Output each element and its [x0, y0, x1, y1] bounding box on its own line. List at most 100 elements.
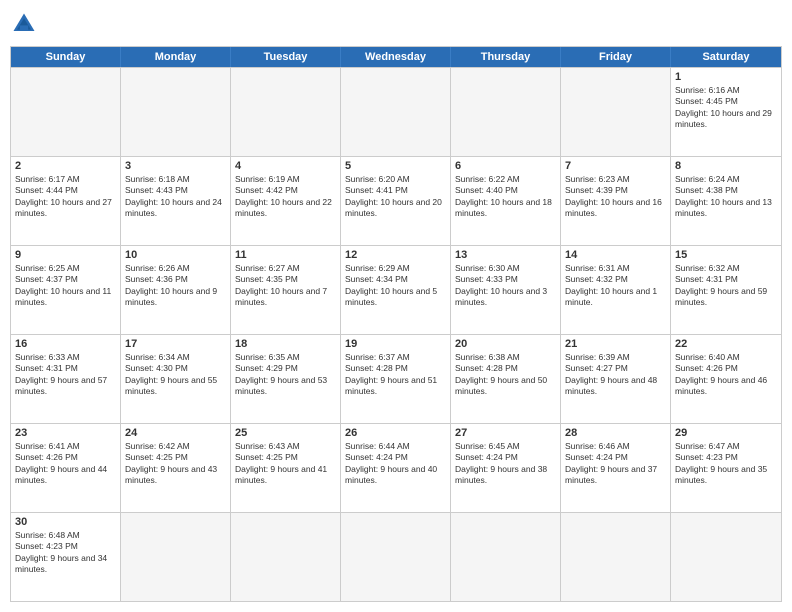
day-info: Sunrise: 6:20 AM Sunset: 4:41 PM Dayligh…: [345, 174, 446, 220]
day-number: 10: [125, 249, 226, 261]
day-number: 23: [15, 427, 116, 439]
calendar-cell: [341, 513, 451, 601]
day-number: 9: [15, 249, 116, 261]
calendar-header-cell: Thursday: [451, 47, 561, 67]
calendar-header-cell: Monday: [121, 47, 231, 67]
day-number: 8: [675, 160, 777, 172]
day-info: Sunrise: 6:30 AM Sunset: 4:33 PM Dayligh…: [455, 263, 556, 309]
calendar-cell: [451, 68, 561, 156]
day-info: Sunrise: 6:27 AM Sunset: 4:35 PM Dayligh…: [235, 263, 336, 309]
calendar-cell: [671, 513, 781, 601]
day-number: 18: [235, 338, 336, 350]
day-info: Sunrise: 6:19 AM Sunset: 4:42 PM Dayligh…: [235, 174, 336, 220]
calendar-cell: [121, 513, 231, 601]
calendar-cell: 9 Sunrise: 6:25 AM Sunset: 4:37 PM Daylig…: [11, 246, 121, 334]
day-number: 3: [125, 160, 226, 172]
day-info: Sunrise: 6:47 AM Sunset: 4:23 PM Dayligh…: [675, 441, 777, 487]
day-number: 30: [15, 516, 116, 528]
calendar-week-row: 1Sunrise: 6:16 AM Sunset: 4:45 PM Daylig…: [11, 67, 781, 156]
calendar-cell: 30 Sunrise: 6:48 AM Sunset: 4:23 PM Dayli…: [11, 513, 121, 601]
day-info: Sunrise: 6:34 AM Sunset: 4:30 PM Dayligh…: [125, 352, 226, 398]
calendar-cell: 19Sunrise: 6:37 AM Sunset: 4:28 PM Dayli…: [341, 335, 451, 423]
calendar-cell: [451, 513, 561, 601]
day-info: Sunrise: 6:35 AM Sunset: 4:29 PM Dayligh…: [235, 352, 336, 398]
calendar-cell: 4 Sunrise: 6:19 AM Sunset: 4:42 PM Daylig…: [231, 157, 341, 245]
day-number: 4: [235, 160, 336, 172]
calendar-cell: 21Sunrise: 6:39 AM Sunset: 4:27 PM Dayli…: [561, 335, 671, 423]
day-info: Sunrise: 6:39 AM Sunset: 4:27 PM Dayligh…: [565, 352, 666, 398]
calendar-cell: 22 Sunrise: 6:40 AM Sunset: 4:26 PM Dayli…: [671, 335, 781, 423]
day-number: 15: [675, 249, 777, 261]
day-info: Sunrise: 6:41 AM Sunset: 4:26 PM Dayligh…: [15, 441, 116, 487]
calendar-cell: [231, 68, 341, 156]
day-number: 5: [345, 160, 446, 172]
day-number: 6: [455, 160, 556, 172]
day-info: Sunrise: 6:17 AM Sunset: 4:44 PM Dayligh…: [15, 174, 116, 220]
logo-icon: [10, 10, 38, 38]
day-number: 24: [125, 427, 226, 439]
calendar-body: 1Sunrise: 6:16 AM Sunset: 4:45 PM Daylig…: [11, 67, 781, 601]
calendar-cell: 10 Sunrise: 6:26 AM Sunset: 4:36 PM Dayli…: [121, 246, 231, 334]
calendar-cell: 28Sunrise: 6:46 AM Sunset: 4:24 PM Dayli…: [561, 424, 671, 512]
calendar-week-row: 9 Sunrise: 6:25 AM Sunset: 4:37 PM Daylig…: [11, 245, 781, 334]
day-info: Sunrise: 6:38 AM Sunset: 4:28 PM Dayligh…: [455, 352, 556, 398]
day-info: Sunrise: 6:48 AM Sunset: 4:23 PM Dayligh…: [15, 530, 116, 576]
day-number: 28: [565, 427, 666, 439]
calendar-cell: 11 Sunrise: 6:27 AM Sunset: 4:35 PM Dayli…: [231, 246, 341, 334]
calendar-week-row: 16 Sunrise: 6:33 AM Sunset: 4:31 PM Dayli…: [11, 334, 781, 423]
day-info: Sunrise: 6:43 AM Sunset: 4:25 PM Dayligh…: [235, 441, 336, 487]
day-number: 20: [455, 338, 556, 350]
calendar-cell: [231, 513, 341, 601]
calendar-cell: 26Sunrise: 6:44 AM Sunset: 4:24 PM Dayli…: [341, 424, 451, 512]
calendar-cell: 1Sunrise: 6:16 AM Sunset: 4:45 PM Daylig…: [671, 68, 781, 156]
day-info: Sunrise: 6:45 AM Sunset: 4:24 PM Dayligh…: [455, 441, 556, 487]
calendar-header-cell: Sunday: [11, 47, 121, 67]
day-info: Sunrise: 6:42 AM Sunset: 4:25 PM Dayligh…: [125, 441, 226, 487]
day-number: 13: [455, 249, 556, 261]
day-number: 1: [675, 71, 777, 83]
day-info: Sunrise: 6:24 AM Sunset: 4:38 PM Dayligh…: [675, 174, 777, 220]
calendar-cell: [121, 68, 231, 156]
calendar-cell: 27Sunrise: 6:45 AM Sunset: 4:24 PM Dayli…: [451, 424, 561, 512]
day-number: 12: [345, 249, 446, 261]
calendar-cell: 3 Sunrise: 6:18 AM Sunset: 4:43 PM Daylig…: [121, 157, 231, 245]
day-info: Sunrise: 6:25 AM Sunset: 4:37 PM Dayligh…: [15, 263, 116, 309]
day-info: Sunrise: 6:18 AM Sunset: 4:43 PM Dayligh…: [125, 174, 226, 220]
day-info: Sunrise: 6:22 AM Sunset: 4:40 PM Dayligh…: [455, 174, 556, 220]
calendar-cell: 8 Sunrise: 6:24 AM Sunset: 4:38 PM Daylig…: [671, 157, 781, 245]
calendar-cell: 20 Sunrise: 6:38 AM Sunset: 4:28 PM Dayli…: [451, 335, 561, 423]
day-number: 16: [15, 338, 116, 350]
calendar-header: SundayMondayTuesdayWednesdayThursdayFrid…: [11, 47, 781, 67]
day-number: 11: [235, 249, 336, 261]
day-info: Sunrise: 6:29 AM Sunset: 4:34 PM Dayligh…: [345, 263, 446, 309]
day-number: 14: [565, 249, 666, 261]
day-info: Sunrise: 6:31 AM Sunset: 4:32 PM Dayligh…: [565, 263, 666, 309]
day-info: Sunrise: 6:37 AM Sunset: 4:28 PM Dayligh…: [345, 352, 446, 398]
calendar-cell: 6 Sunrise: 6:22 AM Sunset: 4:40 PM Daylig…: [451, 157, 561, 245]
day-info: Sunrise: 6:26 AM Sunset: 4:36 PM Dayligh…: [125, 263, 226, 309]
day-number: 17: [125, 338, 226, 350]
calendar-cell: 24 Sunrise: 6:42 AM Sunset: 4:25 PM Dayli…: [121, 424, 231, 512]
day-number: 22: [675, 338, 777, 350]
day-info: Sunrise: 6:40 AM Sunset: 4:26 PM Dayligh…: [675, 352, 777, 398]
calendar-cell: [11, 68, 121, 156]
day-info: Sunrise: 6:33 AM Sunset: 4:31 PM Dayligh…: [15, 352, 116, 398]
calendar-header-cell: Wednesday: [341, 47, 451, 67]
calendar-cell: 5 Sunrise: 6:20 AM Sunset: 4:41 PM Daylig…: [341, 157, 451, 245]
calendar-cell: [561, 513, 671, 601]
calendar-week-row: 30 Sunrise: 6:48 AM Sunset: 4:23 PM Dayli…: [11, 512, 781, 601]
calendar-cell: [561, 68, 671, 156]
calendar-cell: 16 Sunrise: 6:33 AM Sunset: 4:31 PM Dayli…: [11, 335, 121, 423]
calendar-cell: 23 Sunrise: 6:41 AM Sunset: 4:26 PM Dayli…: [11, 424, 121, 512]
day-number: 26: [345, 427, 446, 439]
day-info: Sunrise: 6:23 AM Sunset: 4:39 PM Dayligh…: [565, 174, 666, 220]
logo: [10, 10, 42, 38]
calendar-cell: 29 Sunrise: 6:47 AM Sunset: 4:23 PM Dayli…: [671, 424, 781, 512]
calendar-cell: 13 Sunrise: 6:30 AM Sunset: 4:33 PM Dayli…: [451, 246, 561, 334]
calendar-cell: 2Sunrise: 6:17 AM Sunset: 4:44 PM Daylig…: [11, 157, 121, 245]
calendar-cell: 18 Sunrise: 6:35 AM Sunset: 4:29 PM Dayli…: [231, 335, 341, 423]
calendar-cell: 15Sunrise: 6:32 AM Sunset: 4:31 PM Dayli…: [671, 246, 781, 334]
calendar-cell: 14 Sunrise: 6:31 AM Sunset: 4:32 PM Dayli…: [561, 246, 671, 334]
calendar-week-row: 23 Sunrise: 6:41 AM Sunset: 4:26 PM Dayli…: [11, 423, 781, 512]
day-number: 29: [675, 427, 777, 439]
